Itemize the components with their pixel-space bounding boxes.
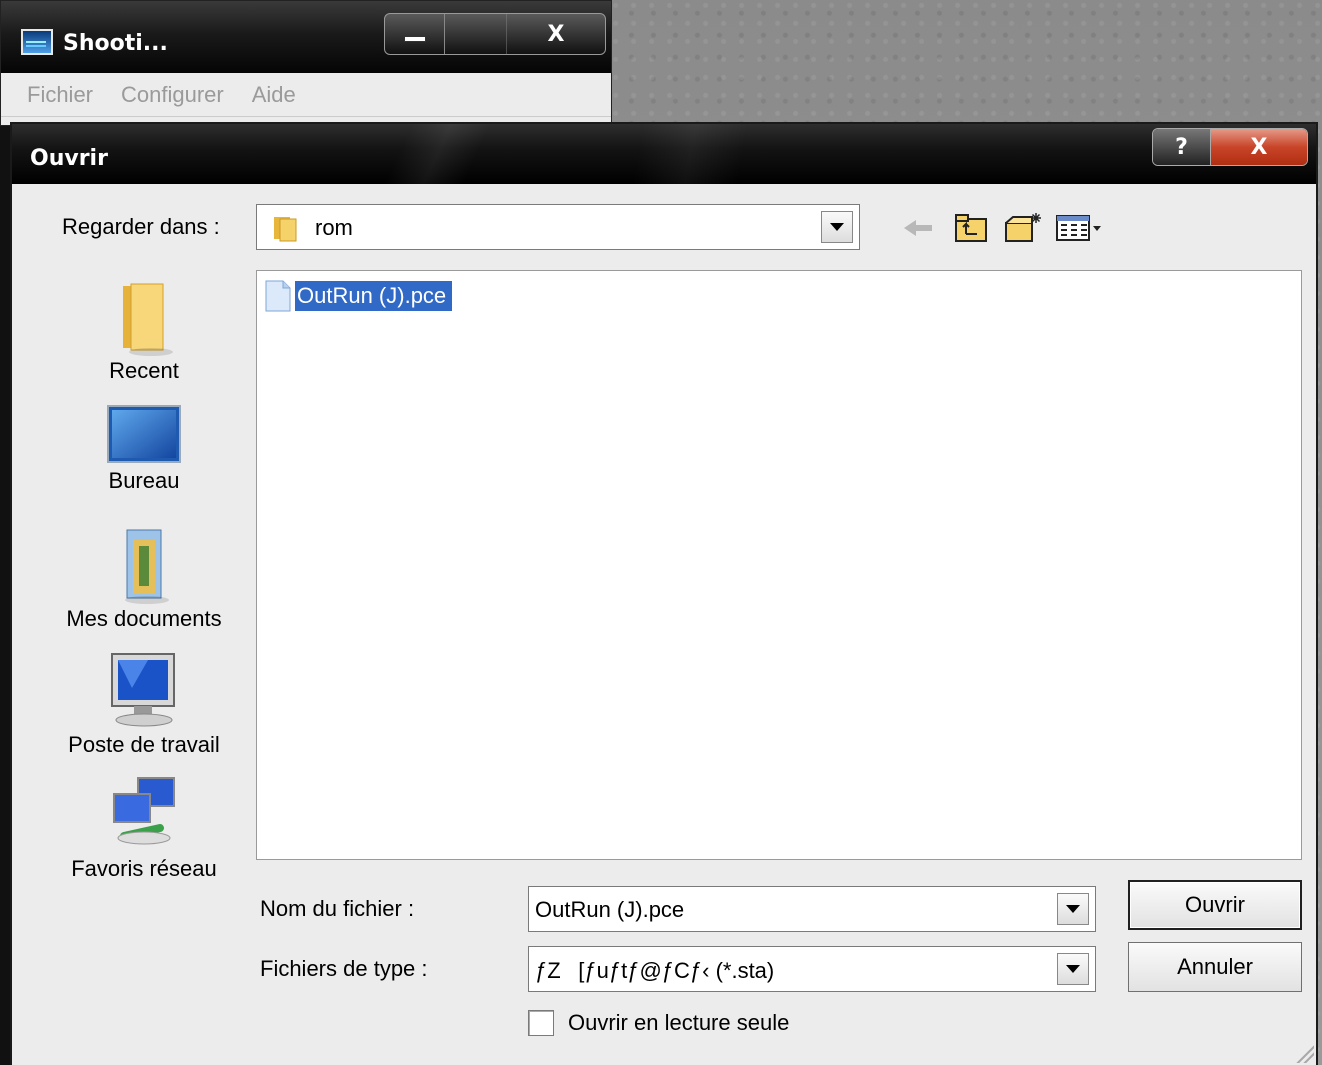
dialog-titlebar[interactable]: Ouvrir ? X bbox=[12, 124, 1316, 184]
place-label: Recent bbox=[109, 358, 179, 383]
readonly-option[interactable]: Ouvrir en lecture seule bbox=[528, 1006, 789, 1040]
close-icon: X bbox=[547, 21, 565, 47]
filetype-label: Fichiers de type : bbox=[260, 956, 428, 981]
chevron-down-icon bbox=[830, 223, 844, 231]
list-item[interactable]: OutRun (J).pce bbox=[265, 279, 453, 313]
dialog-controls: ? X bbox=[1152, 128, 1308, 166]
open-dialog: Ouvrir ? X Regarder dans : rom Recent Bu… bbox=[10, 122, 1318, 1065]
network-icon bbox=[113, 777, 175, 845]
file-icon bbox=[265, 280, 291, 312]
back-arrow-icon bbox=[904, 220, 932, 236]
place-documents[interactable]: Mes documents bbox=[44, 526, 244, 632]
recent-icon bbox=[123, 283, 173, 356]
desktop-icon bbox=[107, 405, 181, 463]
close-button[interactable]: X bbox=[507, 14, 605, 54]
look-in-value: rom bbox=[315, 215, 353, 240]
folder-icon bbox=[274, 217, 297, 242]
view-menu-icon bbox=[1056, 215, 1101, 241]
menu-configurer[interactable]: Configurer bbox=[121, 82, 224, 108]
menu-aide[interactable]: Aide bbox=[252, 82, 296, 108]
places-bar: Recent Bureau Mes documents Poste de tra… bbox=[44, 274, 244, 894]
place-computer[interactable]: Poste de travail bbox=[44, 648, 244, 758]
minimize-icon bbox=[403, 36, 426, 42]
dialog-close-button[interactable]: X bbox=[1211, 129, 1307, 165]
place-desktop[interactable]: Bureau bbox=[44, 402, 244, 494]
help-button[interactable]: ? bbox=[1153, 129, 1211, 165]
menu-fichier[interactable]: Fichier bbox=[27, 82, 93, 108]
filetype-value: ƒZ[ƒuƒtƒ@ƒCƒ‹ (*.sta) bbox=[535, 958, 775, 983]
place-label: Favoris réseau bbox=[71, 856, 217, 881]
open-button[interactable]: Ouvrir bbox=[1128, 880, 1302, 930]
dialog-title: Ouvrir bbox=[30, 146, 108, 171]
up-folder-icon bbox=[955, 214, 987, 242]
filename-value: OutRun (J).pce bbox=[535, 897, 685, 922]
new-folder-button[interactable] bbox=[1000, 208, 1046, 248]
place-label: Bureau bbox=[108, 468, 180, 493]
chevron-down-icon bbox=[1066, 905, 1080, 913]
help-icon: ? bbox=[1175, 134, 1188, 160]
filename-dropdown-button[interactable] bbox=[1057, 893, 1089, 925]
file-name: OutRun (J).pce bbox=[295, 281, 453, 311]
back-button[interactable] bbox=[896, 208, 942, 248]
look-in-dropdown[interactable]: rom bbox=[256, 204, 860, 250]
dialog-toolbar bbox=[896, 208, 1114, 248]
window-controls: X bbox=[384, 13, 606, 55]
app-titlebar[interactable]: Shooti... X bbox=[1, 1, 611, 73]
documents-icon bbox=[125, 529, 169, 604]
menu-bar: Fichier Configurer Aide bbox=[1, 73, 611, 117]
app-icon bbox=[21, 29, 53, 55]
file-list[interactable]: OutRun (J).pce bbox=[256, 270, 1302, 860]
new-folder-icon bbox=[1005, 213, 1041, 242]
filetype-dropdown-button[interactable] bbox=[1057, 953, 1089, 985]
look-in-label: Regarder dans : bbox=[62, 214, 220, 239]
maximize-button bbox=[445, 14, 507, 54]
place-label: Mes documents bbox=[66, 606, 222, 631]
place-recent[interactable]: Recent bbox=[44, 274, 244, 384]
look-in-dropdown-button[interactable] bbox=[821, 211, 853, 243]
place-label: Poste de travail bbox=[68, 732, 220, 757]
computer-icon bbox=[111, 653, 175, 727]
filename-label: Nom du fichier : bbox=[260, 896, 415, 921]
minimize-button[interactable] bbox=[385, 14, 445, 54]
filetype-dropdown[interactable]: ƒZ[ƒuƒtƒ@ƒCƒ‹ (*.sta) bbox=[528, 946, 1096, 992]
place-network[interactable]: Favoris réseau bbox=[44, 774, 244, 882]
cancel-button[interactable]: Annuler bbox=[1128, 942, 1302, 992]
readonly-label: Ouvrir en lecture seule bbox=[568, 1010, 790, 1035]
resize-grip-icon[interactable] bbox=[1292, 1041, 1314, 1063]
up-folder-button[interactable] bbox=[948, 208, 994, 248]
readonly-checkbox[interactable] bbox=[528, 1010, 554, 1036]
app-title: Shooti... bbox=[63, 31, 168, 56]
filename-field[interactable]: OutRun (J).pce bbox=[528, 886, 1096, 932]
chevron-down-icon bbox=[1066, 965, 1080, 973]
view-menu-button[interactable] bbox=[1052, 208, 1108, 248]
close-icon: X bbox=[1250, 134, 1268, 160]
app-window: Shooti... X Fichier Configurer Aide bbox=[0, 0, 612, 126]
window-shadow-edge bbox=[0, 120, 10, 1065]
